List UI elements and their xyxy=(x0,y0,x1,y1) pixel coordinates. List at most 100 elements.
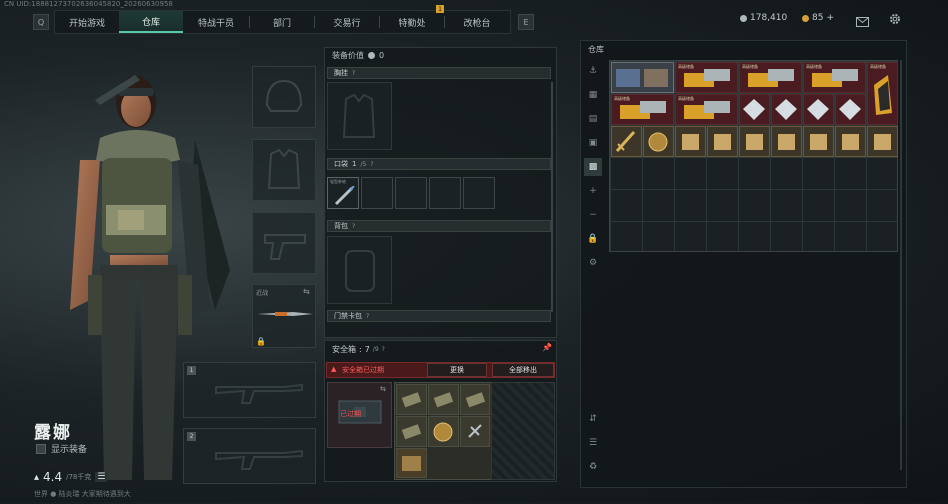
operator-name: 露娜 xyxy=(34,423,72,443)
ammo-box-item[interactable] xyxy=(428,384,459,415)
safebox-grid[interactable] xyxy=(394,382,492,480)
pockets-header: 口袋 1 /5 ? xyxy=(327,158,551,170)
checkbox[interactable] xyxy=(36,443,46,454)
tab-trade[interactable]: 交易行 xyxy=(315,11,379,33)
list-icon[interactable]: ☰ xyxy=(95,472,108,482)
gear-icon[interactable] xyxy=(888,11,902,25)
supply-icon[interactable]: ▩ xyxy=(584,158,602,176)
minus-icon[interactable]: − xyxy=(584,206,602,224)
warehouse-item[interactable]: 高级储备 xyxy=(675,94,738,125)
parts-item[interactable] xyxy=(460,416,490,447)
prev-tab-key[interactable]: Q xyxy=(33,14,49,30)
gold-coin-icon xyxy=(802,14,809,22)
warehouse-item[interactable]: 高级储备 xyxy=(675,62,738,93)
expired-overlay: 已过期 xyxy=(340,410,361,418)
tab-operators[interactable]: 特战干员 xyxy=(183,11,249,33)
help-icon[interactable]: ? xyxy=(370,161,373,168)
loadout-scrollbar[interactable] xyxy=(551,82,553,312)
pockets-label: 口袋 xyxy=(334,160,348,168)
backpack-header: 背包? xyxy=(327,220,551,232)
pocket-slot-4[interactable] xyxy=(429,177,461,209)
melee-slot[interactable]: 近战 ⇆ 🔒 xyxy=(252,284,316,348)
swap-icon[interactable]: ⇆ xyxy=(380,385,386,393)
helmet-slot[interactable] xyxy=(252,66,316,128)
tab-department[interactable]: 部门 xyxy=(250,11,314,33)
warehouse-item[interactable]: 高级储备 xyxy=(611,94,674,125)
warehouse-item[interactable]: 高级储备 xyxy=(867,62,898,125)
keycard-header: 门禁卡包? xyxy=(327,310,551,322)
diamond-item[interactable] xyxy=(739,94,770,125)
armor-icon[interactable]: ▦ xyxy=(584,86,602,104)
backpack-slot[interactable] xyxy=(327,236,392,304)
warehouse-grid[interactable]: 高级储备 高级储备 高级储备 高级储备 高级储备 高级储备 xyxy=(609,60,898,252)
diamond-item[interactable] xyxy=(835,94,866,125)
help-icon[interactable]: ? xyxy=(366,313,369,320)
replace-button[interactable]: 更换 xyxy=(427,363,487,377)
pistol-slot[interactable] xyxy=(252,212,316,274)
safebox-container[interactable]: 已过期 ⇆ xyxy=(327,382,392,448)
weight-max: /78千克 xyxy=(66,473,92,481)
warehouse-scrollbar[interactable] xyxy=(900,60,902,470)
diamond-item[interactable] xyxy=(803,94,834,125)
swap-icon[interactable]: ⇆ xyxy=(303,287,310,296)
gold-currency[interactable]: 85 + xyxy=(802,13,834,23)
case-icon[interactable]: ▣ xyxy=(584,134,602,152)
diamond-item[interactable] xyxy=(771,94,802,125)
document-item[interactable] xyxy=(771,126,802,157)
layers-icon[interactable]: ☰ xyxy=(584,434,602,452)
sort-icon[interactable]: ⇵ xyxy=(584,410,602,428)
tab-special-ops[interactable]: 特勤处 xyxy=(380,11,444,33)
document-item[interactable] xyxy=(739,126,770,157)
pocket-slot-2[interactable] xyxy=(361,177,393,209)
chat-line[interactable]: 世界 ● 陆炎瑞 大家期待遇到大 xyxy=(34,489,131,499)
document-item[interactable] xyxy=(803,126,834,157)
tab-warehouse[interactable]: 仓库 xyxy=(119,11,183,33)
sword-item[interactable] xyxy=(611,126,642,157)
gear-value-label: 装备价值 xyxy=(332,51,364,60)
bag-icon[interactable]: ▤ xyxy=(584,110,602,128)
document-item[interactable] xyxy=(707,126,738,157)
help-icon[interactable]: ? xyxy=(352,223,355,230)
lock-icon[interactable]: 🔒 xyxy=(584,230,602,248)
document-item[interactable] xyxy=(675,126,706,157)
gear-small-icon[interactable]: ⚙ xyxy=(584,254,602,272)
chest-rig-slot[interactable] xyxy=(327,82,392,150)
pocket-slot-1[interactable]: 轻型补给 xyxy=(327,177,359,209)
document-item[interactable] xyxy=(867,126,898,157)
slot-number: 1 xyxy=(187,366,196,375)
ammo-box-item[interactable] xyxy=(460,384,490,415)
helmet-icon[interactable]: ⚓ xyxy=(584,62,602,80)
next-tab-key[interactable]: E xyxy=(518,14,534,30)
move-all-button[interactable]: 全部移出 xyxy=(492,363,554,377)
pocket-slot-3[interactable] xyxy=(395,177,427,209)
primary-weapon-slot[interactable]: 1 xyxy=(183,362,316,418)
help-icon[interactable]: ? xyxy=(382,346,385,353)
silver-currency: 178,410 xyxy=(740,13,787,23)
warehouse-item[interactable]: 高级储备 xyxy=(803,62,866,93)
secondary-weapon-slot[interactable]: 2 xyxy=(183,428,316,484)
armor-slot[interactable] xyxy=(252,139,316,201)
pocket-slot-5[interactable] xyxy=(463,177,495,209)
chest-rig-header: 胸挂? xyxy=(327,67,551,79)
tab-start-game[interactable]: 开始游戏 xyxy=(55,11,119,33)
safebox-warning: 安全箱已过期 xyxy=(342,366,384,374)
gold-add-button[interactable]: + xyxy=(826,13,834,23)
warehouse-item[interactable]: 高级储备 xyxy=(739,62,802,93)
warehouse-item[interactable] xyxy=(611,62,674,93)
coin-item[interactable] xyxy=(643,126,674,157)
plus-icon[interactable]: + xyxy=(584,182,602,200)
tab-gunsmith[interactable]: 改枪台 xyxy=(445,11,509,33)
show-gear-toggle[interactable]: 显示装备 xyxy=(36,442,87,455)
document-item[interactable] xyxy=(835,126,866,157)
chest-rig-label: 胸挂 xyxy=(334,69,348,77)
mail-icon[interactable] xyxy=(856,12,869,27)
recycle-icon[interactable]: ♻ xyxy=(584,458,602,476)
weight-icon: ▴ xyxy=(34,471,40,483)
ammo-box-item[interactable] xyxy=(396,384,427,415)
safebox-label: 安全箱 xyxy=(332,345,356,354)
crate-item[interactable] xyxy=(396,448,427,478)
coin-item[interactable] xyxy=(428,416,459,447)
ammo-box-item[interactable] xyxy=(396,416,427,447)
pin-icon[interactable]: 📌 xyxy=(542,343,552,352)
help-icon[interactable]: ? xyxy=(352,70,355,77)
